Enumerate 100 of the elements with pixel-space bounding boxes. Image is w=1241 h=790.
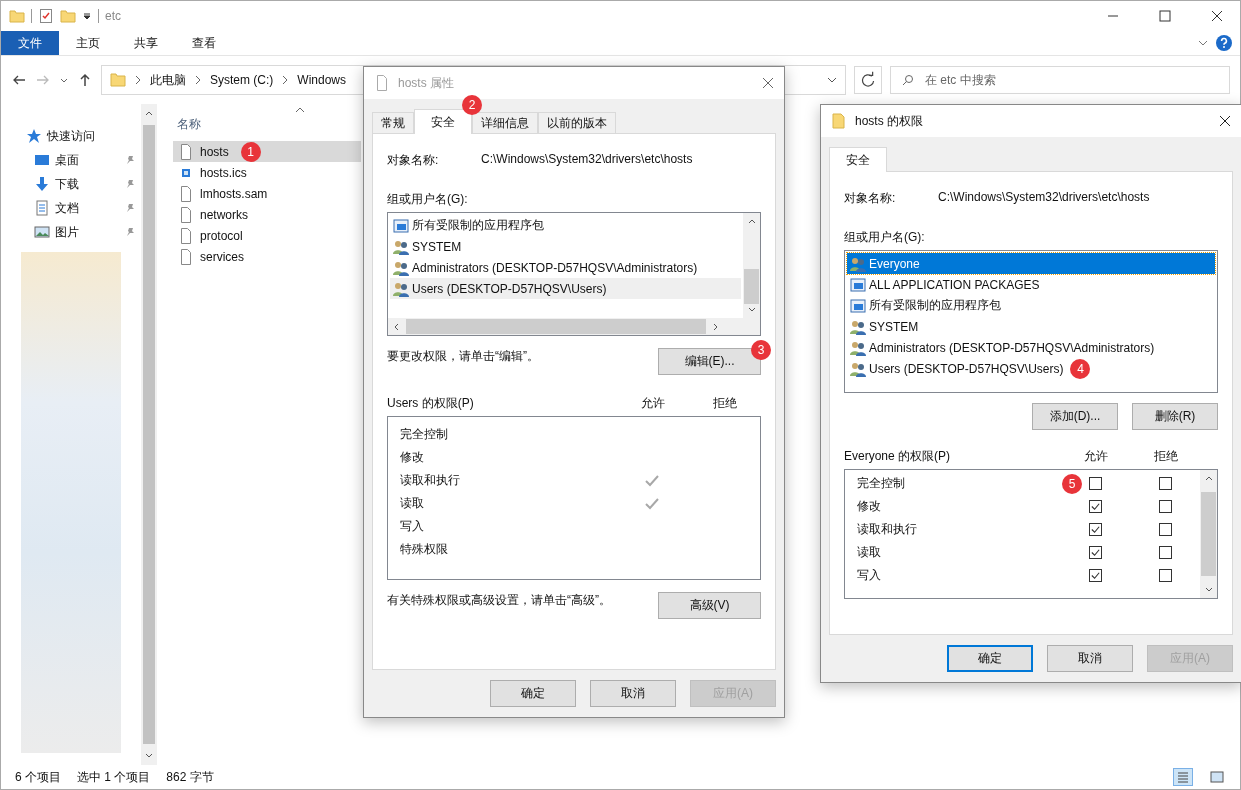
- breadcrumb-item[interactable]: System (C:): [210, 73, 274, 87]
- group-item[interactable]: Users (DESKTOP-D57HQSV\Users) 4: [847, 358, 1215, 379]
- search-field[interactable]: 在 etc 中搜索: [890, 66, 1230, 94]
- properties-icon[interactable]: [38, 8, 54, 24]
- step-badge: 3: [751, 340, 771, 360]
- folder-icon: [831, 113, 847, 129]
- file-row[interactable]: hosts 1: [173, 141, 361, 162]
- group-item[interactable]: Administrators (DESKTOP-D57HQSV\Administrators): [847, 337, 1215, 358]
- group-item[interactable]: SYSTEM: [847, 316, 1215, 337]
- group-item[interactable]: 所有受限制的应用程序包: [390, 215, 741, 236]
- help-icon[interactable]: [1216, 35, 1232, 51]
- dialog-button[interactable]: 取消: [590, 680, 676, 707]
- chevron-right-icon[interactable]: [282, 75, 289, 85]
- nav-item[interactable]: 文档: [1, 196, 141, 220]
- permission-name: 写入: [857, 567, 882, 584]
- scrollbar-thumb[interactable]: [143, 125, 155, 744]
- users-icon: [850, 360, 866, 377]
- nav-item[interactable]: 桌面: [1, 148, 141, 172]
- file-icon: [178, 206, 194, 223]
- advanced-button[interactable]: 高级(V): [658, 592, 761, 619]
- file-row[interactable]: lmhosts.sam: [173, 183, 361, 204]
- users-icon: [850, 318, 866, 335]
- group-item[interactable]: Everyone: [847, 253, 1215, 274]
- scrollbar-thumb[interactable]: [1201, 492, 1216, 576]
- column-header: 允许: [1083, 448, 1109, 465]
- object-path: C:\Windows\System32\drivers\etc\hosts: [481, 152, 693, 168]
- ribbon-tab[interactable]: 查看: [175, 31, 233, 55]
- column-header[interactable]: 名称: [177, 116, 201, 133]
- permission-name: 完全控制: [400, 426, 449, 443]
- permission-name: 读取和执行: [400, 472, 461, 489]
- tab[interactable]: 安全: [829, 147, 887, 172]
- pin-icon[interactable]: [125, 155, 135, 165]
- permission-name: 修改: [400, 449, 425, 466]
- users-icon: [850, 339, 866, 356]
- scrollbar-thumb[interactable]: [406, 319, 706, 334]
- file-icon: [178, 227, 194, 244]
- file-icon: [178, 248, 194, 265]
- group-item[interactable]: Users (DESKTOP-D57HQSV\Users): [390, 278, 741, 299]
- dialog-button[interactable]: 取消: [1047, 645, 1133, 672]
- edit-hint: 要更改权限，请单击“编辑”。: [387, 348, 539, 365]
- dialog-button[interactable]: 添加(D)...: [1032, 403, 1118, 430]
- ribbon-tab[interactable]: 共享: [117, 31, 175, 55]
- check-icon: [645, 474, 659, 487]
- step-badge: 4: [1070, 358, 1091, 379]
- refresh-icon[interactable]: [854, 66, 882, 94]
- users-icon: [850, 255, 866, 272]
- group-item[interactable]: ALL APPLICATION PACKAGES: [847, 274, 1215, 295]
- file-row[interactable]: protocol: [173, 225, 361, 246]
- tab[interactable]: 详细信息: [472, 112, 538, 133]
- file-row[interactable]: hosts.ics: [173, 162, 361, 183]
- allow-checkbox[interactable]: [1088, 523, 1102, 536]
- selection-size: 862 字节: [166, 768, 214, 786]
- breadcrumb-item[interactable]: 此电脑: [150, 71, 186, 89]
- tab[interactable]: 以前的版本: [538, 112, 616, 133]
- dialog-button[interactable]: 删除(R): [1132, 403, 1218, 430]
- chevron-right-icon[interactable]: [195, 75, 201, 85]
- group-list[interactable]: Everyone ALL APPLICATION PACKAGES 所有受限制的应用程序包 SYSTEM Administrators (DESKTOP-D57HQSV\Administrators) Users (DESKTOP-D57HQSV\Users) 4: [844, 250, 1218, 393]
- dialog-button[interactable]: 确定: [490, 680, 576, 707]
- group-item[interactable]: SYSTEM: [390, 236, 741, 257]
- permissions-label: Everyone 的权限(P): [844, 448, 952, 465]
- deny-checkbox[interactable]: [1158, 500, 1172, 513]
- dialog-title: hosts 的权限: [855, 112, 923, 130]
- pin-icon[interactable]: [125, 203, 135, 213]
- allow-checkbox[interactable]: [1088, 569, 1102, 582]
- allow-checkbox[interactable]: [1088, 477, 1102, 490]
- deny-checkbox[interactable]: [1158, 546, 1172, 559]
- large-icons-view-icon[interactable]: [1208, 769, 1226, 785]
- document-icon: [34, 200, 50, 216]
- group-list[interactable]: 所有受限制的应用程序包 SYSTEM Administrators (DESKTOP-D57HQSV\Administrators) Users (DESKTOP-D57HQSV\Users): [387, 212, 761, 336]
- tab[interactable]: 常规: [372, 112, 414, 133]
- pin-icon[interactable]: [125, 179, 135, 189]
- group-item[interactable]: Administrators (DESKTOP-D57HQSV\Administrators): [390, 257, 741, 278]
- users-icon: [393, 280, 409, 297]
- tab[interactable]: 安全: [414, 109, 472, 134]
- allow-checkbox[interactable]: [1088, 546, 1102, 559]
- ribbon-tab[interactable]: 文件: [1, 31, 59, 55]
- group-item[interactable]: 所有受限制的应用程序包: [847, 295, 1215, 316]
- chevron-right-icon[interactable]: [135, 75, 141, 85]
- step-badge: 1: [240, 141, 261, 162]
- deny-checkbox[interactable]: [1158, 477, 1172, 490]
- scrollbar[interactable]: [141, 104, 157, 765]
- deny-checkbox[interactable]: [1158, 569, 1172, 582]
- file-row[interactable]: services: [173, 246, 361, 267]
- deny-checkbox[interactable]: [1158, 523, 1172, 536]
- file-icon: [178, 185, 194, 202]
- breadcrumb-item[interactable]: Windows: [297, 73, 347, 87]
- scrollbar-thumb[interactable]: [744, 269, 759, 304]
- chevron-down-icon[interactable]: [1198, 38, 1208, 48]
- pin-icon[interactable]: [125, 227, 135, 237]
- close-icon[interactable]: [1218, 114, 1232, 128]
- chevron-down-icon[interactable]: [827, 75, 837, 85]
- allow-checkbox[interactable]: [1088, 500, 1102, 513]
- ribbon-tab[interactable]: 主页: [59, 31, 117, 55]
- nav-item[interactable]: 图片: [1, 220, 141, 244]
- dialog-button[interactable]: 确定: [947, 645, 1033, 672]
- nav-item[interactable]: 快速访问: [1, 124, 141, 148]
- field-label: 对象名称:: [844, 190, 897, 207]
- dropdown-icon[interactable]: [82, 11, 92, 21]
- file-row[interactable]: networks: [173, 204, 361, 225]
- nav-item[interactable]: 下载: [1, 172, 141, 196]
